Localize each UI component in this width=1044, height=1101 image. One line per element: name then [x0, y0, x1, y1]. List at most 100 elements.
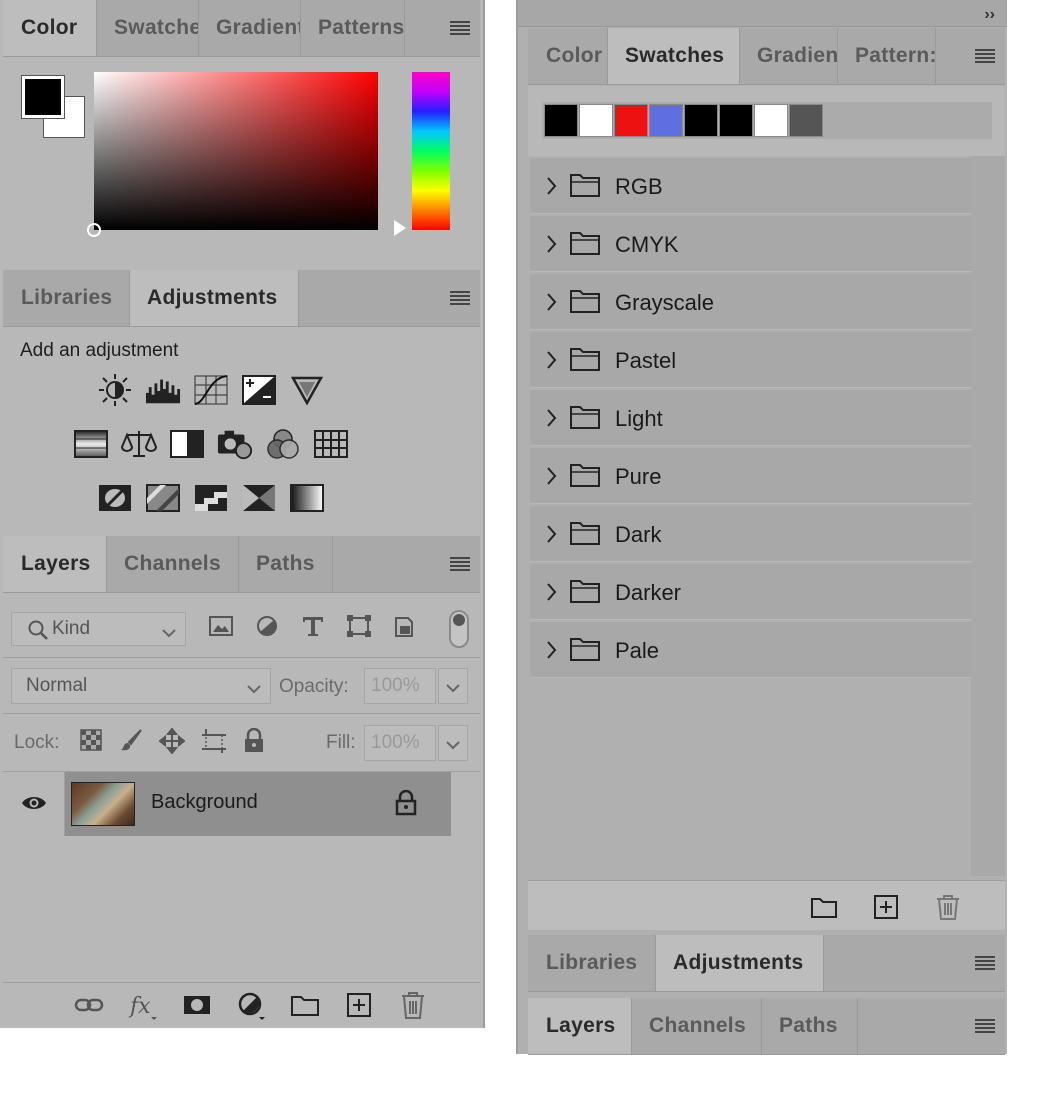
smart-object-filter-icon[interactable]	[392, 614, 418, 643]
collapse-panels-icon[interactable]: ››	[984, 6, 995, 24]
tab-adjustments[interactable]: Adjustments	[656, 935, 824, 991]
swatch-group-row[interactable]: Darker	[530, 564, 972, 620]
tab-color[interactable]: Color	[3, 0, 97, 56]
saturation-brightness-field[interactable]	[87, 72, 378, 237]
foreground-color-swatch[interactable]	[22, 76, 64, 118]
lock-position-icon[interactable]	[158, 727, 186, 759]
swatch-group-row[interactable]: CMYK	[530, 216, 972, 272]
lock-all-icon[interactable]	[243, 727, 265, 759]
new-swatch-icon[interactable]	[872, 893, 900, 926]
delete-trash-icon[interactable]	[934, 893, 962, 926]
tab-color[interactable]: Color	[528, 28, 608, 84]
tab-channels[interactable]: Channels	[107, 536, 239, 592]
tab-swatches[interactable]: Swatche	[97, 0, 199, 56]
blend-mode-select[interactable]: Normal	[11, 668, 271, 704]
layer-row-background[interactable]: Background	[3, 772, 451, 836]
layer-name[interactable]: Background	[151, 791, 258, 814]
threshold-icon[interactable]	[193, 480, 229, 516]
brightness-contrast-icon[interactable]	[97, 372, 133, 408]
channel-mixer-icon[interactable]	[265, 426, 301, 462]
add-mask-icon[interactable]	[181, 989, 213, 1026]
adjustment-layer-filter-icon[interactable]	[254, 614, 280, 643]
chevron-right-icon[interactable]	[545, 582, 557, 607]
link-layers-icon[interactable]	[73, 989, 105, 1026]
scrollbar[interactable]	[971, 156, 1005, 876]
lock-transparent-pixels-icon[interactable]	[79, 728, 103, 759]
delete-trash-icon[interactable]	[397, 989, 429, 1026]
swatch-group-row[interactable]: RGB	[530, 158, 972, 214]
lock-image-pixels-icon[interactable]	[119, 728, 143, 759]
new-group-folder-icon[interactable]	[810, 893, 838, 926]
layer-kind-filter[interactable]: Kind	[11, 612, 186, 646]
swatch-group-row[interactable]: Light	[530, 390, 972, 446]
vibrance-icon[interactable]	[289, 372, 325, 408]
tab-swatches[interactable]: Swatches	[608, 28, 740, 84]
tab-adjustments[interactable]: Adjustments	[130, 270, 299, 326]
gradient-map-icon[interactable]	[289, 480, 325, 516]
photo-filter-icon[interactable]	[217, 426, 253, 462]
swatch-group-row[interactable]: Pastel	[530, 332, 972, 388]
hue-slider-marker[interactable]	[394, 220, 406, 236]
panel-menu-icon[interactable]	[975, 1019, 995, 1033]
chevron-right-icon[interactable]	[545, 176, 557, 201]
tab-libraries[interactable]: Libraries	[3, 270, 130, 326]
opacity-dropdown-button[interactable]	[438, 668, 468, 704]
tab-paths[interactable]: Paths	[762, 998, 858, 1054]
panel-menu-icon[interactable]	[450, 291, 470, 305]
new-group-folder-icon[interactable]	[289, 989, 321, 1026]
swatch[interactable]	[684, 104, 718, 137]
chevron-right-icon[interactable]	[545, 350, 557, 375]
swatch[interactable]	[649, 104, 683, 137]
chevron-right-icon[interactable]	[545, 524, 557, 549]
swatch-group-row[interactable]: Pale	[530, 622, 972, 678]
panel-menu-icon[interactable]	[450, 557, 470, 571]
visibility-toggle[interactable]	[3, 772, 65, 836]
swatch[interactable]	[579, 104, 613, 137]
panel-menu-icon[interactable]	[975, 49, 995, 63]
swatch-group-row[interactable]: Dark	[530, 506, 972, 562]
hue-slider[interactable]	[412, 72, 450, 230]
layer-thumbnail[interactable]	[71, 782, 135, 826]
posterize-icon[interactable]	[145, 480, 181, 516]
tab-gradients[interactable]: Gradient	[199, 0, 301, 56]
opacity-input[interactable]: 100%	[364, 668, 436, 704]
panel-menu-icon[interactable]	[450, 21, 470, 35]
tab-patterns[interactable]: Pattern:	[838, 28, 936, 84]
swatch-group-row[interactable]: Grayscale	[530, 274, 972, 330]
levels-icon[interactable]	[145, 372, 181, 408]
filter-toggle-switch[interactable]	[449, 610, 469, 648]
color-picker-cursor[interactable]	[87, 223, 101, 237]
color-lookup-icon[interactable]	[313, 426, 349, 462]
exposure-icon[interactable]	[241, 372, 277, 408]
tab-paths[interactable]: Paths	[239, 536, 333, 592]
new-adjustment-layer-icon[interactable]	[235, 989, 267, 1026]
tab-gradients[interactable]: Gradien	[740, 28, 838, 84]
chevron-right-icon[interactable]	[545, 292, 557, 317]
fill-input[interactable]: 100%	[364, 725, 436, 761]
swatch-group-row[interactable]: Pure	[530, 448, 972, 504]
pixel-layer-filter-icon[interactable]	[208, 614, 234, 643]
fill-dropdown-button[interactable]	[438, 725, 468, 761]
swatch[interactable]	[544, 104, 578, 137]
hue-saturation-icon[interactable]	[73, 426, 109, 462]
chevron-right-icon[interactable]	[545, 408, 557, 433]
artboard-lock-icon[interactable]	[201, 728, 227, 759]
invert-icon[interactable]	[97, 480, 133, 516]
swatch[interactable]	[789, 104, 823, 137]
lock-icon[interactable]	[395, 789, 417, 821]
chevron-right-icon[interactable]	[545, 234, 557, 259]
swatch[interactable]	[614, 104, 648, 137]
chevron-right-icon[interactable]	[545, 640, 557, 665]
new-layer-icon[interactable]	[343, 989, 375, 1026]
swatch[interactable]	[754, 104, 788, 137]
tab-libraries[interactable]: Libraries	[528, 935, 656, 991]
swatch[interactable]	[719, 104, 753, 137]
tab-layers[interactable]: Layers	[528, 998, 632, 1054]
selective-color-icon[interactable]	[241, 480, 277, 516]
curves-icon[interactable]	[193, 372, 229, 408]
layer-style-fx-icon[interactable]: fx	[127, 989, 159, 1026]
type-layer-filter-icon[interactable]	[300, 614, 326, 643]
tab-channels[interactable]: Channels	[632, 998, 762, 1054]
chevron-right-icon[interactable]	[545, 466, 557, 491]
shape-layer-filter-icon[interactable]	[346, 614, 372, 643]
